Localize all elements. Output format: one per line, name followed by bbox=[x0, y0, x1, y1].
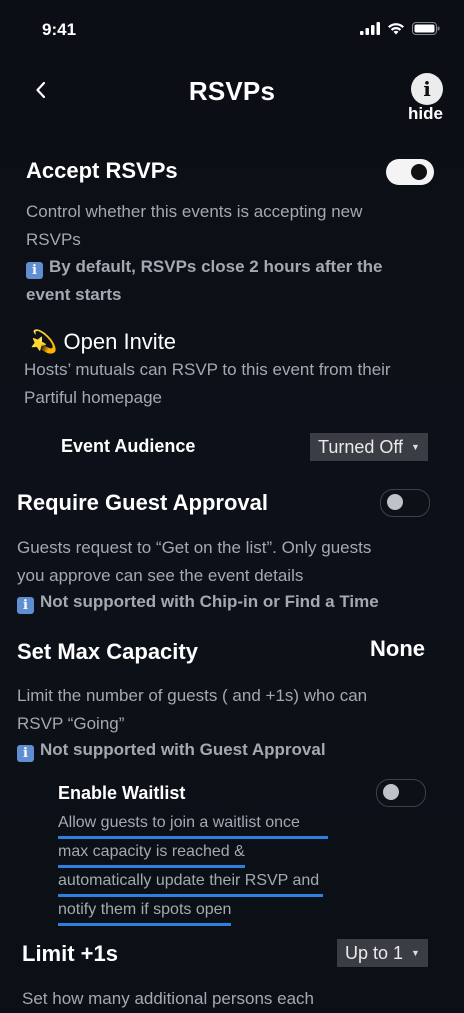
info-square-icon: i bbox=[17, 745, 34, 762]
accept-rsvps-description: Control whether this events is accepting… bbox=[26, 198, 362, 254]
plus-ones-select[interactable]: Up to 1 ▼ bbox=[337, 939, 428, 967]
open-invite-description: Hosts’ mutuals can RSVP to this event fr… bbox=[24, 356, 391, 412]
max-capacity-note: i Not supported with Guest Approval bbox=[17, 736, 326, 764]
desc-line: automatically update their RSVP and bbox=[58, 868, 324, 897]
info-icon[interactable]: i bbox=[411, 73, 443, 105]
note-line: event starts bbox=[26, 285, 122, 304]
sparkle-icon: 💫 bbox=[30, 329, 58, 354]
toggle-knob bbox=[383, 784, 399, 800]
accept-rsvps-toggle[interactable] bbox=[386, 159, 434, 185]
status-icons bbox=[360, 22, 440, 35]
note-text: Not supported with Chip-in or Find a Tim… bbox=[40, 592, 379, 611]
note-text: Not supported with Guest Approval bbox=[40, 740, 326, 759]
accept-rsvps-title: Accept RSVPs bbox=[26, 158, 178, 183]
note-line: By default, RSVPs close 2 hours after th… bbox=[49, 257, 383, 276]
desc-line: notify them if spots open bbox=[58, 897, 232, 926]
hide-button[interactable]: hide bbox=[408, 104, 443, 124]
max-capacity-value[interactable]: None bbox=[370, 636, 425, 662]
event-audience-select[interactable]: Turned Off ▼ bbox=[310, 433, 428, 461]
toggle-knob bbox=[411, 164, 427, 180]
desc-line: RSVP “Going” bbox=[17, 714, 125, 733]
desc-line: you approve can see the event details bbox=[17, 566, 304, 585]
max-capacity-title: Set Max Capacity bbox=[17, 639, 198, 664]
waitlist-toggle[interactable] bbox=[376, 779, 426, 807]
event-audience-label: Event Audience bbox=[61, 436, 196, 456]
event-audience-value: Turned Off bbox=[318, 437, 404, 457]
status-time: 9:41 bbox=[42, 20, 77, 39]
open-invite-title: 💫 Open Invite bbox=[30, 329, 176, 355]
desc-line: Partiful homepage bbox=[24, 388, 162, 407]
plus-ones-value: Up to 1 bbox=[345, 943, 404, 963]
caret-down-icon: ▼ bbox=[411, 442, 420, 452]
battery-icon bbox=[412, 22, 440, 35]
desc-line: Guests request to “Get on the list”. Onl… bbox=[17, 538, 372, 557]
guest-approval-note: i Not supported with Chip-in or Find a Ti… bbox=[17, 588, 379, 616]
open-invite-title-text: Open Invite bbox=[63, 329, 177, 354]
desc-line: RSVPs bbox=[26, 230, 81, 249]
plus-ones-description: Set how many additional persons each bbox=[22, 989, 315, 1008]
accept-rsvps-note: i By default, RSVPs close 2 hours after t… bbox=[26, 253, 382, 309]
desc-line: Limit the number of guests ( and +1s) wh… bbox=[17, 686, 368, 705]
info-square-icon: i bbox=[17, 597, 34, 614]
desc-line: max capacity is reached & bbox=[58, 839, 245, 868]
plus-ones-title: Limit +1s bbox=[22, 941, 118, 966]
info-square-icon: i bbox=[26, 262, 43, 279]
guest-approval-description: Guests request to “Get on the list”. Onl… bbox=[17, 534, 371, 590]
desc-line: Control whether this events is accepting… bbox=[26, 202, 363, 221]
desc-line: Hosts’ mutuals can RSVP to this event fr… bbox=[24, 360, 391, 379]
page-title: RSVPs bbox=[188, 76, 276, 106]
waitlist-description: Allow guests to join a waitlist once max… bbox=[58, 810, 328, 926]
guest-approval-title: Require Guest Approval bbox=[17, 490, 269, 515]
wifi-icon bbox=[388, 23, 404, 35]
caret-down-icon: ▼ bbox=[411, 948, 420, 958]
max-capacity-description: Limit the number of guests ( and +1s) wh… bbox=[17, 682, 367, 738]
guest-approval-toggle[interactable] bbox=[380, 489, 430, 517]
toggle-knob bbox=[387, 494, 403, 510]
signal-icon bbox=[360, 22, 380, 35]
waitlist-title: Enable Waitlist bbox=[58, 783, 186, 803]
desc-line: Allow guests to join a waitlist once bbox=[58, 810, 328, 839]
